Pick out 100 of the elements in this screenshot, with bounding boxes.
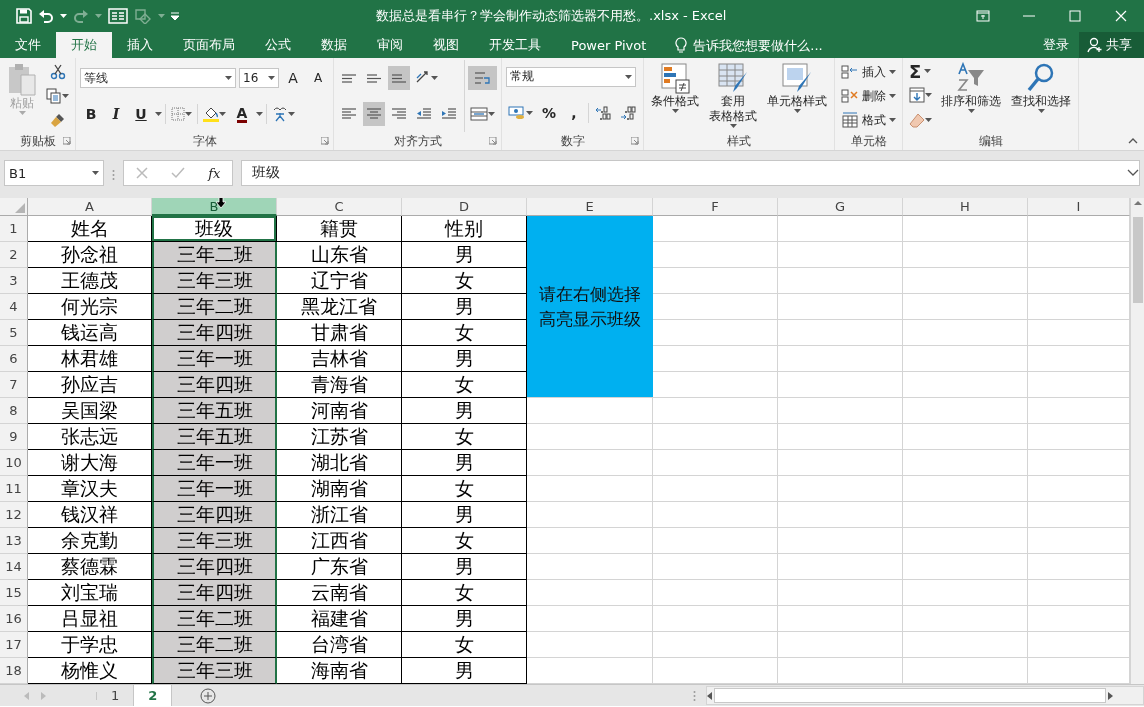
cell-styles-button[interactable]: 单元格样式	[764, 60, 830, 132]
caret-icon[interactable]	[924, 69, 932, 74]
scrollbar-thumb[interactable]	[1132, 217, 1143, 303]
caret-icon[interactable]	[185, 112, 192, 116]
caret-icon[interactable]	[1037, 109, 1045, 113]
dialog-launcher-icon[interactable]	[489, 137, 497, 145]
row-header[interactable]: 5	[0, 320, 28, 346]
caret-icon[interactable]	[967, 109, 975, 113]
percent-button[interactable]: %	[538, 100, 560, 125]
collapse-ribbon-icon[interactable]	[1128, 138, 1138, 144]
ribbon-tab[interactable]: 数据	[306, 32, 362, 58]
ribbon-tab[interactable]: 审阅	[362, 32, 418, 58]
form-icon[interactable]	[108, 8, 128, 24]
caret-icon[interactable]	[671, 109, 679, 113]
caret-icon[interactable]	[889, 94, 896, 98]
ribbon-tab[interactable]: 开发工具	[474, 32, 556, 58]
row-header[interactable]: 1	[0, 216, 28, 242]
dialog-launcher-icon[interactable]	[631, 137, 639, 145]
column-header[interactable]: F	[653, 198, 778, 216]
sort-filter-button[interactable]: 排序和筛选	[938, 60, 1004, 132]
column-header[interactable]: G	[778, 198, 903, 216]
add-sheet-icon[interactable]	[200, 687, 217, 704]
font-color-button[interactable]: A	[231, 102, 253, 126]
shapes-icon[interactable]	[134, 8, 152, 24]
row-header[interactable]: 16	[0, 606, 28, 632]
ribbon-tab[interactable]: 开始	[56, 32, 112, 58]
row-header[interactable]: 13	[0, 528, 28, 554]
dialog-launcher-icon[interactable]	[321, 137, 329, 145]
underline-button[interactable]: U	[130, 102, 152, 126]
row-header[interactable]: 2	[0, 242, 28, 268]
increase-font-size-button[interactable]: A	[282, 66, 304, 90]
conditional-formatting-button[interactable]: 条件格式	[648, 60, 702, 132]
caret-icon[interactable]	[889, 70, 896, 74]
italic-button[interactable]: I	[105, 102, 127, 126]
row-header[interactable]: 6	[0, 346, 28, 372]
save-icon[interactable]	[16, 8, 32, 24]
caret-icon[interactable]	[92, 171, 99, 175]
sheet-tab[interactable]: 2	[134, 685, 173, 706]
caret-icon[interactable]	[431, 76, 438, 80]
horizontal-scrollbar[interactable]	[706, 686, 1144, 705]
scroll-up-icon[interactable]	[1133, 200, 1142, 205]
row-header[interactable]: 11	[0, 476, 28, 502]
column-header[interactable]: A	[28, 198, 152, 216]
ribbon-tab[interactable]: 页面布局	[168, 32, 250, 58]
row-header[interactable]: 14	[0, 554, 28, 580]
caret-icon[interactable]	[155, 112, 162, 116]
close-icon[interactable]	[1114, 9, 1128, 23]
column-header[interactable]: E	[527, 198, 653, 216]
autosum-button[interactable]: Σ	[907, 60, 934, 83]
dialog-launcher-icon[interactable]	[63, 137, 71, 145]
column-header[interactable]: D	[402, 198, 527, 216]
column-header[interactable]: C	[277, 198, 402, 216]
caret-icon[interactable]	[925, 117, 932, 122]
row-header[interactable]: 4	[0, 294, 28, 320]
row-header[interactable]: 17	[0, 632, 28, 658]
ribbon-tab[interactable]: 视图	[418, 32, 474, 58]
scroll-left-icon[interactable]	[707, 691, 712, 700]
row-header[interactable]: 7	[0, 372, 28, 398]
column-header[interactable]: H	[903, 198, 1028, 216]
redo-icon[interactable]	[73, 8, 89, 24]
caret-icon[interactable]	[225, 76, 232, 80]
font-name-field[interactable]: 等线	[80, 68, 236, 88]
bold-button[interactable]: B	[80, 102, 102, 126]
number-format-field[interactable]: 常规	[506, 66, 636, 87]
find-select-button[interactable]: 查找和选择	[1008, 60, 1074, 132]
scrollbar-thumb[interactable]	[714, 688, 1106, 703]
row-header[interactable]: 3	[0, 268, 28, 294]
decrease-font-size-button[interactable]: A	[307, 66, 329, 90]
caret-icon[interactable]	[488, 112, 495, 116]
ribbon-display-options-icon[interactable]	[976, 9, 990, 23]
name-box[interactable]: B1	[4, 160, 104, 186]
format-cells-button[interactable]: 格式	[839, 109, 898, 131]
maximize-icon[interactable]	[1068, 9, 1082, 23]
caret-icon[interactable]	[60, 14, 67, 18]
caret-icon[interactable]	[889, 118, 896, 122]
caret-icon[interactable]	[925, 93, 932, 97]
formula-field[interactable]: 班级	[241, 160, 1140, 186]
share-button[interactable]: 共享	[1079, 32, 1144, 58]
column-header[interactable]: B	[152, 198, 277, 216]
caret-icon[interactable]	[288, 112, 295, 116]
font-size-field[interactable]: 16	[239, 68, 279, 88]
caret-icon[interactable]	[526, 110, 533, 115]
caret-icon[interactable]	[793, 109, 801, 113]
caret-icon[interactable]	[256, 112, 263, 116]
row-header[interactable]: 18	[0, 658, 28, 684]
insert-function-button[interactable]: fx	[208, 165, 221, 181]
ribbon-tab[interactable]: 文件	[0, 32, 56, 58]
sign-in-link[interactable]: 登录	[1033, 32, 1079, 58]
lightbulb-icon[interactable]	[675, 37, 688, 53]
caret-icon[interactable]	[268, 76, 275, 80]
ribbon-tab[interactable]: Power Pivot	[556, 32, 662, 58]
caret-icon[interactable]	[625, 74, 632, 79]
caret-icon[interactable]	[729, 124, 737, 128]
row-header[interactable]: 8	[0, 398, 28, 424]
column-header[interactable]: I	[1028, 198, 1130, 216]
row-header[interactable]: 9	[0, 424, 28, 450]
caret-icon[interactable]	[62, 94, 69, 98]
ribbon-tab[interactable]: 插入	[112, 32, 168, 58]
vertical-scrollbar[interactable]	[1130, 198, 1144, 684]
tell-me-field[interactable]: 告诉我您想要做什么...	[691, 36, 896, 54]
